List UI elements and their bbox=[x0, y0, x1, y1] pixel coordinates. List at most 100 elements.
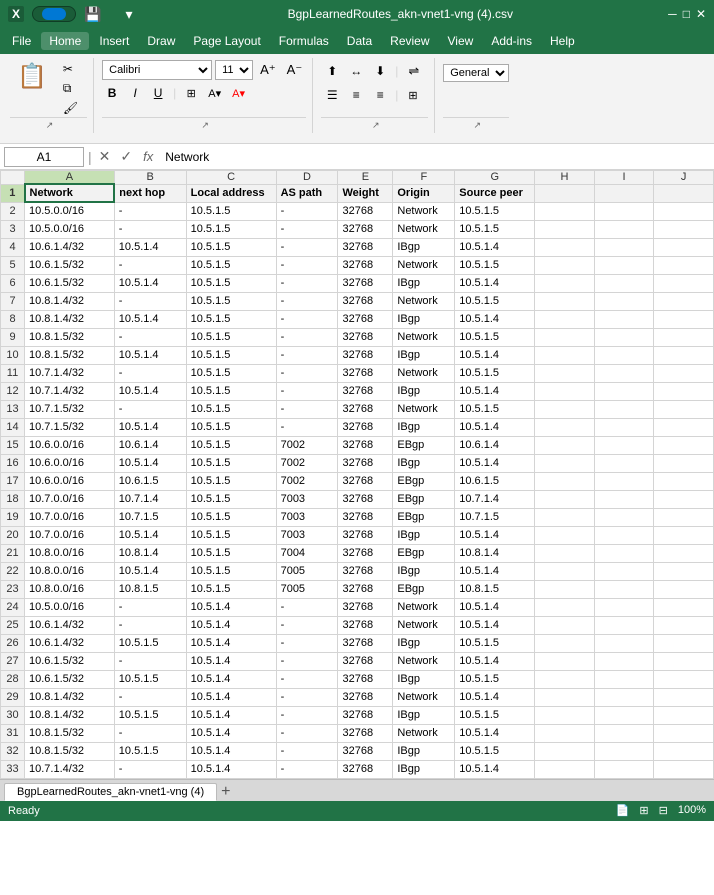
cell-g26[interactable]: 10.5.1.5 bbox=[455, 634, 535, 652]
cell-b1[interactable]: next hop bbox=[114, 184, 186, 202]
cell-j26[interactable] bbox=[654, 634, 714, 652]
menu-data[interactable]: Data bbox=[339, 32, 380, 50]
cell-h32[interactable] bbox=[535, 742, 595, 760]
cell-i9[interactable] bbox=[594, 328, 654, 346]
cell-b31[interactable]: - bbox=[114, 724, 186, 742]
cell-c7[interactable]: 10.5.1.5 bbox=[186, 292, 276, 310]
cell-a1[interactable]: Network bbox=[25, 184, 115, 202]
font-color-button[interactable]: A▾ bbox=[228, 83, 249, 103]
row-num-7[interactable]: 7 bbox=[1, 292, 25, 310]
cell-e2[interactable]: 32768 bbox=[338, 202, 393, 220]
cell-a9[interactable]: 10.8.1.5/32 bbox=[25, 328, 115, 346]
cell-c2[interactable]: 10.5.1.5 bbox=[186, 202, 276, 220]
cell-c16[interactable]: 10.5.1.5 bbox=[186, 454, 276, 472]
menu-file[interactable]: File bbox=[4, 32, 39, 50]
cell-g3[interactable]: 10.5.1.5 bbox=[455, 220, 535, 238]
cell-d16[interactable]: 7002 bbox=[276, 454, 338, 472]
cell-h14[interactable] bbox=[535, 418, 595, 436]
cell-j1[interactable] bbox=[654, 184, 714, 202]
cell-b7[interactable]: - bbox=[114, 292, 186, 310]
cell-i17[interactable] bbox=[594, 472, 654, 490]
cell-g29[interactable]: 10.5.1.4 bbox=[455, 688, 535, 706]
align-center-button[interactable]: ≡ bbox=[345, 85, 367, 105]
cell-i18[interactable] bbox=[594, 490, 654, 508]
cell-e15[interactable]: 32768 bbox=[338, 436, 393, 454]
row-num-17[interactable]: 17 bbox=[1, 472, 25, 490]
cell-e29[interactable]: 32768 bbox=[338, 688, 393, 706]
cell-f7[interactable]: Network bbox=[393, 292, 455, 310]
cell-j12[interactable] bbox=[654, 382, 714, 400]
cell-i26[interactable] bbox=[594, 634, 654, 652]
cell-e3[interactable]: 32768 bbox=[338, 220, 393, 238]
cell-a17[interactable]: 10.6.0.0/16 bbox=[25, 472, 115, 490]
row-num-4[interactable]: 4 bbox=[1, 238, 25, 256]
format-painter-button[interactable]: 🖌 bbox=[58, 99, 87, 117]
cell-e18[interactable]: 32768 bbox=[338, 490, 393, 508]
save-icon[interactable]: 💾 bbox=[84, 6, 101, 23]
align-middle-button[interactable]: ↔ bbox=[345, 61, 367, 81]
cell-b20[interactable]: 10.5.1.4 bbox=[114, 526, 186, 544]
cell-g22[interactable]: 10.5.1.4 bbox=[455, 562, 535, 580]
cell-i1[interactable] bbox=[594, 184, 654, 202]
cell-b25[interactable]: - bbox=[114, 616, 186, 634]
cell-j19[interactable] bbox=[654, 508, 714, 526]
cell-i22[interactable] bbox=[594, 562, 654, 580]
row-num-9[interactable]: 9 bbox=[1, 328, 25, 346]
cell-g11[interactable]: 10.5.1.5 bbox=[455, 364, 535, 382]
cell-h8[interactable] bbox=[535, 310, 595, 328]
cell-d26[interactable]: - bbox=[276, 634, 338, 652]
cell-c6[interactable]: 10.5.1.5 bbox=[186, 274, 276, 292]
row-num-11[interactable]: 11 bbox=[1, 364, 25, 382]
cell-f22[interactable]: IBgp bbox=[393, 562, 455, 580]
cell-c5[interactable]: 10.5.1.5 bbox=[186, 256, 276, 274]
cell-h3[interactable] bbox=[535, 220, 595, 238]
cell-f29[interactable]: Network bbox=[393, 688, 455, 706]
cell-g12[interactable]: 10.5.1.4 bbox=[455, 382, 535, 400]
cell-h24[interactable] bbox=[535, 598, 595, 616]
cell-f24[interactable]: Network bbox=[393, 598, 455, 616]
cell-d9[interactable]: - bbox=[276, 328, 338, 346]
cell-b28[interactable]: 10.5.1.5 bbox=[114, 670, 186, 688]
cell-j24[interactable] bbox=[654, 598, 714, 616]
formula-fx-icon[interactable]: fx bbox=[139, 149, 157, 164]
cell-c4[interactable]: 10.5.1.5 bbox=[186, 238, 276, 256]
cell-i27[interactable] bbox=[594, 652, 654, 670]
cell-e33[interactable]: 32768 bbox=[338, 760, 393, 778]
cell-f4[interactable]: IBgp bbox=[393, 238, 455, 256]
cell-b26[interactable]: 10.5.1.5 bbox=[114, 634, 186, 652]
cell-c29[interactable]: 10.5.1.4 bbox=[186, 688, 276, 706]
cell-j25[interactable] bbox=[654, 616, 714, 634]
cell-f19[interactable]: EBgp bbox=[393, 508, 455, 526]
cell-e25[interactable]: 32768 bbox=[338, 616, 393, 634]
cell-f16[interactable]: IBgp bbox=[393, 454, 455, 472]
cell-e32[interactable]: 32768 bbox=[338, 742, 393, 760]
cell-g20[interactable]: 10.5.1.4 bbox=[455, 526, 535, 544]
cell-i30[interactable] bbox=[594, 706, 654, 724]
cell-g13[interactable]: 10.5.1.5 bbox=[455, 400, 535, 418]
row-num-22[interactable]: 22 bbox=[1, 562, 25, 580]
cell-f17[interactable]: EBgp bbox=[393, 472, 455, 490]
cell-f10[interactable]: IBgp bbox=[393, 346, 455, 364]
cell-d6[interactable]: - bbox=[276, 274, 338, 292]
view-normal-icon[interactable]: 📄 bbox=[616, 804, 630, 817]
cell-j22[interactable] bbox=[654, 562, 714, 580]
cell-c25[interactable]: 10.5.1.4 bbox=[186, 616, 276, 634]
cell-h21[interactable] bbox=[535, 544, 595, 562]
cell-d12[interactable]: - bbox=[276, 382, 338, 400]
autosave-toggle-on[interactable] bbox=[42, 8, 66, 20]
cell-e12[interactable]: 32768 bbox=[338, 382, 393, 400]
cell-a30[interactable]: 10.8.1.4/32 bbox=[25, 706, 115, 724]
cell-b9[interactable]: - bbox=[114, 328, 186, 346]
cell-d23[interactable]: 7005 bbox=[276, 580, 338, 598]
cell-i3[interactable] bbox=[594, 220, 654, 238]
add-sheet-icon[interactable]: + bbox=[221, 783, 230, 801]
cell-g31[interactable]: 10.5.1.4 bbox=[455, 724, 535, 742]
cell-d7[interactable]: - bbox=[276, 292, 338, 310]
font-decrease-button[interactable]: A⁻ bbox=[283, 60, 307, 80]
row-num-23[interactable]: 23 bbox=[1, 580, 25, 598]
cell-e22[interactable]: 32768 bbox=[338, 562, 393, 580]
col-header-c[interactable]: C bbox=[186, 171, 276, 185]
bold-button[interactable]: B bbox=[102, 83, 122, 103]
cell-b27[interactable]: - bbox=[114, 652, 186, 670]
cell-g5[interactable]: 10.5.1.5 bbox=[455, 256, 535, 274]
